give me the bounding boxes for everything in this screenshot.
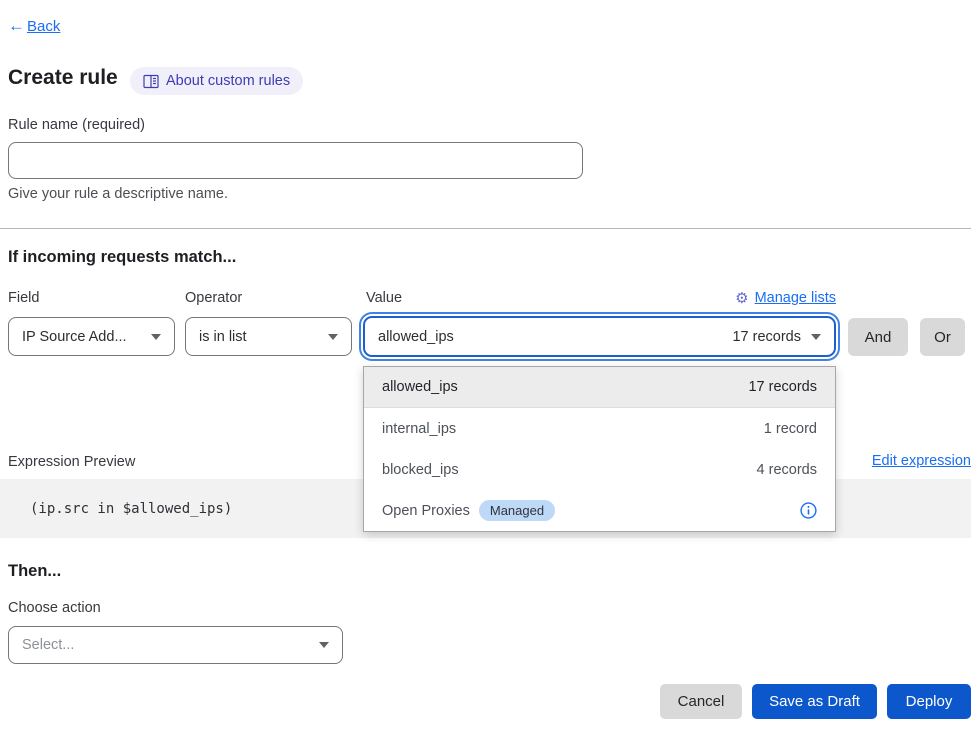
about-badge-label: About custom rules <box>166 73 290 89</box>
edit-expression-link[interactable]: Edit expression <box>872 453 971 469</box>
choose-action-label: Choose action <box>8 600 101 616</box>
manage-lists-link[interactable]: ⚙ Manage lists <box>735 289 836 307</box>
list-item-name: allowed_ips <box>382 379 458 395</box>
list-item-blocked-ips[interactable]: blocked_ips 4 records <box>364 449 835 490</box>
list-item-name: blocked_ips <box>382 462 459 478</box>
or-button[interactable]: Or <box>920 318 965 356</box>
rule-name-helper-text: Give your rule a descriptive name. <box>8 186 228 202</box>
back-link-label: Back <box>27 18 60 35</box>
rule-name-input[interactable] <box>8 142 583 179</box>
chevron-down-icon <box>328 334 338 340</box>
rule-name-label: Rule name (required) <box>8 117 145 133</box>
and-button[interactable]: And <box>848 318 908 356</box>
deploy-button[interactable]: Deploy <box>887 684 971 719</box>
list-item-allowed-ips[interactable]: allowed_ips 17 records <box>364 367 835 408</box>
operator-label: Operator <box>185 290 242 306</box>
about-custom-rules-badge[interactable]: About custom rules <box>130 67 303 95</box>
operator-select-value: is in list <box>199 329 247 345</box>
managed-badge: Managed <box>479 500 555 521</box>
value-label: Value <box>366 290 402 306</box>
chevron-down-icon <box>811 334 821 340</box>
chevron-down-icon <box>151 334 161 340</box>
book-icon <box>143 74 159 89</box>
value-select[interactable]: allowed_ips 17 records <box>363 316 836 357</box>
list-item-open-proxies[interactable]: Open Proxies Managed <box>364 490 835 531</box>
action-select-placeholder: Select... <box>22 637 74 653</box>
value-select-name: allowed_ips <box>378 329 454 345</box>
manage-lists-label: Manage lists <box>755 290 836 306</box>
list-item-name: internal_ips <box>382 421 456 437</box>
back-link[interactable]: ← Back <box>8 16 60 36</box>
cancel-button[interactable]: Cancel <box>660 684 742 719</box>
field-select-value: IP Source Add... <box>22 329 127 345</box>
value-dropdown-menu: allowed_ips 17 records internal_ips 1 re… <box>363 366 836 532</box>
section-divider <box>0 228 971 229</box>
operator-select[interactable]: is in list <box>185 317 352 356</box>
expression-preview-label: Expression Preview <box>8 454 135 470</box>
list-item-count: 1 record <box>764 421 817 437</box>
chevron-down-icon <box>319 642 329 648</box>
back-arrow-icon: ← <box>8 16 25 36</box>
page-title: Create rule <box>8 66 118 90</box>
list-item-count: 17 records <box>748 379 817 395</box>
info-icon[interactable] <box>800 502 817 519</box>
then-section-heading: Then... <box>8 562 61 581</box>
gear-icon: ⚙ <box>735 289 748 307</box>
save-as-draft-button[interactable]: Save as Draft <box>752 684 877 719</box>
value-select-count: 17 records <box>732 329 801 345</box>
list-item-name: Open Proxies <box>382 503 470 519</box>
list-item-internal-ips[interactable]: internal_ips 1 record <box>364 408 835 449</box>
field-label: Field <box>8 290 39 306</box>
list-item-count: 4 records <box>757 462 817 478</box>
match-section-heading: If incoming requests match... <box>8 248 236 267</box>
action-select[interactable]: Select... <box>8 626 343 664</box>
create-rule-page: ← Back Create rule About custom rules Ru… <box>0 0 979 739</box>
field-select[interactable]: IP Source Add... <box>8 317 175 356</box>
expression-code: (ip.src in $allowed_ips) <box>30 501 232 517</box>
